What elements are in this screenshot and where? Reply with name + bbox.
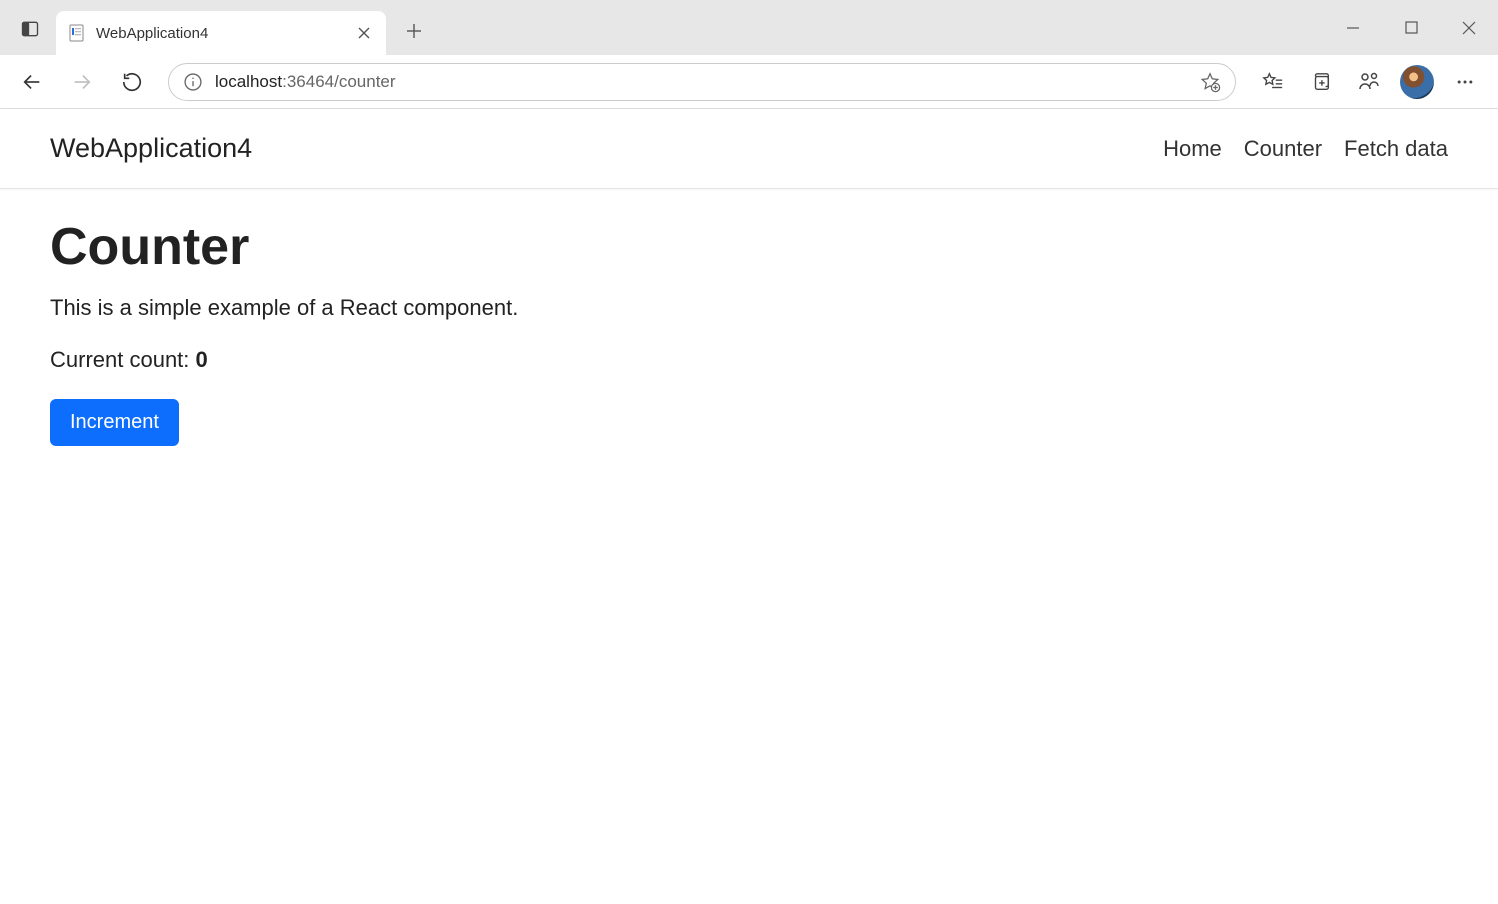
- ellipsis-icon: [1455, 72, 1475, 92]
- nav-fetch-data[interactable]: Fetch data: [1344, 136, 1448, 162]
- new-tab-button[interactable]: [394, 11, 434, 51]
- count-label: Current count:: [50, 347, 196, 372]
- arrow-right-icon: [71, 71, 93, 93]
- minimize-icon: [1346, 21, 1360, 35]
- browser-titlebar: WebApplication4: [0, 0, 1498, 55]
- plus-icon: [406, 23, 422, 39]
- maximize-icon: [1405, 21, 1418, 34]
- back-button[interactable]: [10, 62, 54, 102]
- browser-toolbar: localhost:36464/counter: [0, 55, 1498, 109]
- address-bar[interactable]: localhost:36464/counter: [168, 63, 1236, 101]
- page-content: WebApplication4 Home Counter Fetch data …: [0, 109, 1498, 474]
- collections-button[interactable]: [1298, 62, 1344, 102]
- app-nav: Home Counter Fetch data: [1163, 136, 1448, 162]
- page-title: Counter: [50, 217, 1448, 277]
- toolbar-right: [1250, 62, 1488, 102]
- app-header: WebApplication4 Home Counter Fetch data: [0, 109, 1498, 189]
- app-brand[interactable]: WebApplication4: [50, 133, 252, 164]
- page-favicon: [68, 24, 86, 42]
- window-controls: [1324, 0, 1498, 55]
- info-icon: [183, 72, 203, 92]
- url-host: localhost: [215, 72, 282, 91]
- tab-title: WebApplication4: [96, 25, 344, 42]
- window-maximize-button[interactable]: [1382, 8, 1440, 48]
- window-minimize-button[interactable]: [1324, 8, 1382, 48]
- star-lines-icon: [1262, 71, 1284, 93]
- nav-counter[interactable]: Counter: [1244, 136, 1322, 162]
- url-text: localhost:36464/counter: [215, 72, 396, 92]
- count-value: 0: [196, 347, 208, 372]
- close-icon: [358, 27, 370, 39]
- tab-close-button[interactable]: [354, 23, 374, 43]
- collections-icon: [1310, 71, 1332, 93]
- window-close-button[interactable]: [1440, 8, 1498, 48]
- url-path: :36464/counter: [282, 72, 395, 91]
- puzzle-person-icon: [1357, 70, 1381, 94]
- refresh-button[interactable]: [110, 62, 154, 102]
- increment-button[interactable]: Increment: [50, 399, 179, 446]
- refresh-icon: [121, 71, 143, 93]
- count-line: Current count: 0: [50, 347, 1448, 373]
- star-plus-icon: [1199, 71, 1221, 93]
- close-icon: [1462, 21, 1476, 35]
- favorites-button[interactable]: [1250, 62, 1296, 102]
- settings-menu-button[interactable]: [1442, 62, 1488, 102]
- profile-avatar[interactable]: [1400, 65, 1434, 99]
- arrow-left-icon: [21, 71, 43, 93]
- forward-button[interactable]: [60, 62, 104, 102]
- browser-essentials-button[interactable]: [1346, 62, 1392, 102]
- browser-tab[interactable]: WebApplication4: [56, 11, 386, 55]
- main-content: Counter This is a simple example of a Re…: [0, 189, 1498, 474]
- window-split-icon: [20, 19, 40, 39]
- tab-actions-button[interactable]: [10, 9, 50, 49]
- page-description: This is a simple example of a React comp…: [50, 295, 1448, 321]
- site-info-button[interactable]: [183, 72, 203, 92]
- nav-home[interactable]: Home: [1163, 136, 1222, 162]
- add-favorite-button[interactable]: [1199, 71, 1221, 93]
